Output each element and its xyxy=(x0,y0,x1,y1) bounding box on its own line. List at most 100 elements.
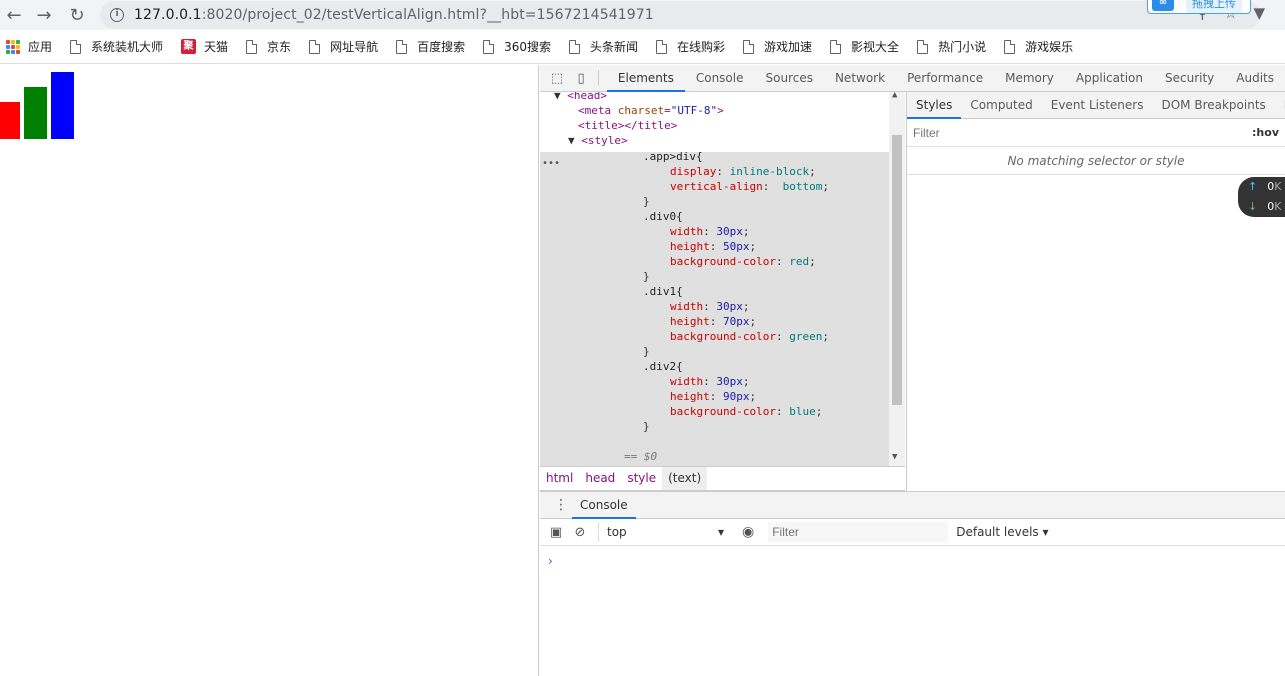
page-icon xyxy=(569,39,580,54)
bookmark-item[interactable]: 热门小说 xyxy=(917,38,986,55)
url-text: 127.0.0.1:8020/project_02/testVerticalAl… xyxy=(134,7,654,23)
devtools-panel: ⬚ ▯ Elements Console Sources Network Per… xyxy=(540,65,1285,676)
tab-properties[interactable]: Prope xyxy=(1275,92,1285,119)
css-line: } xyxy=(643,195,650,208)
devtools-tabbar: ⬚ ▯ Elements Console Sources Network Per… xyxy=(540,65,1285,92)
bookmark-item[interactable]: 系统装机大师 xyxy=(70,38,163,55)
bookmark-item[interactable]: 聚天猫 xyxy=(181,38,228,55)
bookmark-item[interactable]: 游戏娱乐 xyxy=(1004,38,1073,55)
crumb-html[interactable]: html xyxy=(540,467,579,490)
css-line: .div1{ xyxy=(643,285,683,298)
reload-icon[interactable]: ↻ xyxy=(65,3,89,27)
back-icon[interactable]: ← xyxy=(2,3,26,27)
bookmark-label: 热门小说 xyxy=(938,40,987,54)
css-line: width: 30px; xyxy=(670,225,750,238)
css-line: height: 70px; xyxy=(670,315,757,328)
elements-scrollbar[interactable]: ▲ ▼ xyxy=(889,92,905,466)
page-icon xyxy=(656,39,668,54)
info-icon[interactable]: i xyxy=(110,8,124,22)
no-matching-message: No matching selector or style xyxy=(907,147,1285,175)
drawer-tab-console[interactable]: Console xyxy=(572,492,636,519)
context-select[interactable]: top ▾ xyxy=(598,522,728,542)
crumb-text[interactable]: (text) xyxy=(662,467,708,490)
tab-audits[interactable]: Audits xyxy=(1225,65,1285,92)
tab-sources[interactable]: Sources xyxy=(754,65,823,92)
clear-console-icon[interactable]: ⊘ xyxy=(572,524,588,540)
hov-toggle[interactable]: :hov xyxy=(1252,126,1279,139)
bookmark-item[interactable]: 在线购彩 xyxy=(656,38,725,55)
crumb-style[interactable]: style xyxy=(621,467,662,490)
tab-dom-breakpoints[interactable]: DOM Breakpoints xyxy=(1152,92,1274,119)
dollar-zero-marker: == $0 xyxy=(624,450,658,463)
address-bar[interactable]: i 127.0.0.1:8020/project_02/testVertical… xyxy=(100,1,1260,29)
bookmarks-bar: 应用 系统装机大师 聚天猫 京东 网址导航 百度搜索 360搜索 头条新闻 在线… xyxy=(0,30,1285,64)
page-icon xyxy=(830,39,842,54)
page-icon xyxy=(70,39,82,54)
tab-styles[interactable]: Styles xyxy=(907,92,962,119)
tab-memory[interactable]: Memory xyxy=(994,65,1065,92)
extension-icon[interactable]: ▼ xyxy=(1253,4,1265,22)
bookmark-label: 在线购彩 xyxy=(677,40,726,54)
tab-console[interactable]: Console xyxy=(685,65,755,92)
css-line: width: 30px; xyxy=(670,375,750,388)
page-icon xyxy=(917,39,929,54)
dom-line[interactable]: <meta charset="UTF-8"> xyxy=(578,103,905,118)
device-toolbar-icon[interactable]: ▯ xyxy=(574,70,588,86)
bookmark-label: 百度搜索 xyxy=(417,40,466,54)
css-line: width: 30px; xyxy=(670,300,750,313)
inspect-element-icon[interactable]: ⬚ xyxy=(550,70,564,86)
app-container xyxy=(0,72,78,139)
tab-security[interactable]: Security xyxy=(1154,65,1225,92)
download-arrow-icon: ↓ xyxy=(1248,200,1258,213)
dom-line[interactable]: ▼ <style> xyxy=(568,133,905,148)
bookmark-label: 游戏娱乐 xyxy=(1025,40,1074,54)
bookmark-label: 网址导航 xyxy=(330,40,379,54)
tab-network[interactable]: Network xyxy=(824,65,896,92)
tab-performance[interactable]: Performance xyxy=(896,65,994,92)
page-icon xyxy=(1004,39,1016,54)
bookmark-item[interactable]: 游戏加速 xyxy=(743,38,812,55)
tab-event-listeners[interactable]: Event Listeners xyxy=(1042,92,1153,119)
bookmark-item[interactable]: 百度搜索 xyxy=(396,38,465,55)
forward-icon[interactable]: → xyxy=(32,3,56,27)
bookmark-apps[interactable]: 应用 xyxy=(6,38,52,55)
page-icon xyxy=(246,39,258,54)
tab-computed[interactable]: Computed xyxy=(961,92,1041,119)
console-filter-input[interactable] xyxy=(768,522,949,542)
css-line: background-color: blue; xyxy=(670,405,823,418)
bookmark-item[interactable]: 京东 xyxy=(246,38,291,55)
bookmark-item[interactable]: 影视大全 xyxy=(830,38,899,55)
node-ellipsis-icon[interactable]: ••• xyxy=(542,158,560,169)
crumb-head[interactable]: head xyxy=(579,467,621,490)
css-line: } xyxy=(643,270,650,283)
css-line: .app>div{ xyxy=(643,150,703,163)
css-line: height: 90px; xyxy=(670,390,757,403)
styles-filter-bar: :hov xyxy=(907,119,1285,147)
div0-block xyxy=(0,102,20,139)
dom-line[interactable]: ▼ <head> xyxy=(554,92,903,103)
styles-filter-input[interactable] xyxy=(913,122,1253,143)
more-menu-icon[interactable]: ⋮ xyxy=(554,497,568,513)
bookmark-item[interactable]: 网址导航 xyxy=(309,38,378,55)
elements-tree[interactable]: ••• ▼ <head> <meta charset="UTF-8"> <tit… xyxy=(540,92,905,466)
console-prompt-icon[interactable]: › xyxy=(548,554,553,568)
eye-icon[interactable]: ◉ xyxy=(742,524,754,540)
tab-elements[interactable]: Elements xyxy=(606,65,685,92)
dom-line[interactable]: <title></title> xyxy=(578,118,905,133)
baidu-upload-button[interactable]: ∞ 拖拽上传 xyxy=(1147,0,1251,14)
levels-dropdown[interactable]: Default levels ▾ xyxy=(956,525,1048,539)
dom-breadcrumbs: html head style (text) xyxy=(540,466,905,491)
bookmark-item[interactable]: 360搜索 xyxy=(483,38,551,55)
bookmark-item[interactable]: 头条新闻 xyxy=(569,38,638,55)
console-toolbar: ▣ ⊘ top ▾ ◉ Default levels ▾ xyxy=(540,519,1285,546)
scroll-down-icon[interactable]: ▼ xyxy=(892,452,897,462)
tab-application[interactable]: Application xyxy=(1065,65,1154,92)
page-icon xyxy=(743,39,755,54)
scroll-up-icon[interactable]: ▲ xyxy=(892,92,897,100)
scroll-thumb[interactable] xyxy=(892,135,902,405)
css-line: display: inline-block; xyxy=(670,165,816,178)
bookmark-label: 应用 xyxy=(28,40,53,54)
sidebar-toggle-icon[interactable]: ▣ xyxy=(548,524,564,540)
speed-unit: K xyxy=(1274,200,1282,213)
bookmark-label: 影视大全 xyxy=(851,40,900,54)
